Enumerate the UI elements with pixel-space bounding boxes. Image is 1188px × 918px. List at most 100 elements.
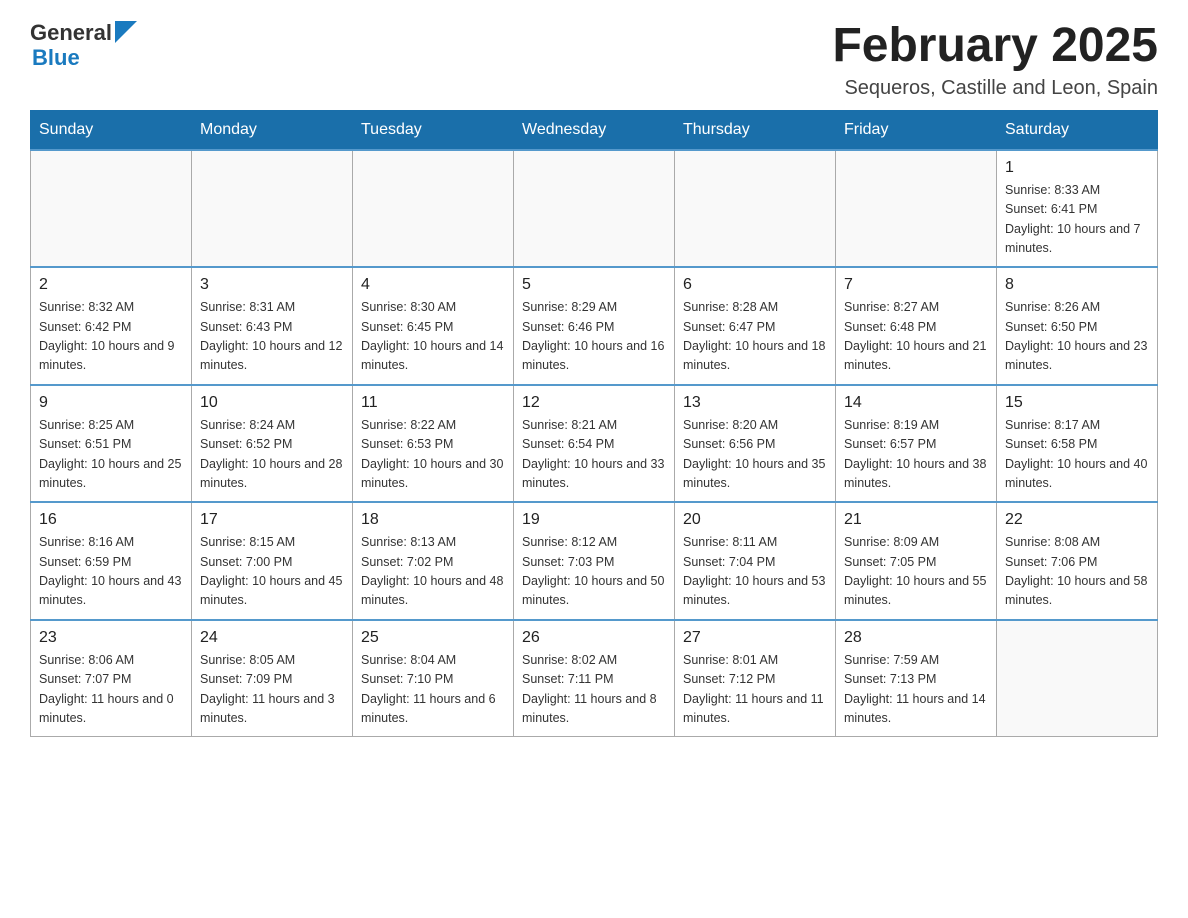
day-number: 25 [361,629,505,647]
calendar-cell: 26 Sunrise: 8:02 AMSunset: 7:11 PMDayligh… [514,620,675,737]
day-number: 19 [522,511,666,529]
col-header-thursday: Thursday [675,110,836,150]
logo: General Blue [30,20,137,71]
day-number: 5 [522,276,666,294]
day-number: 24 [200,629,344,647]
day-info: Sunrise: 8:17 AMSunset: 6:58 PMDaylight:… [1005,416,1149,494]
calendar-cell: 11Sunrise: 8:22 AMSunset: 6:53 PMDayligh… [353,385,514,503]
week-row-4: 16 Sunrise: 8:16 AMSunset: 6:59 PMDayligh… [31,502,1158,620]
day-number: 11 [361,394,505,412]
col-header-sunday: Sunday [31,110,192,150]
day-number: 18 [361,511,505,529]
day-number: 27 [683,629,827,647]
day-number: 17 [200,511,344,529]
day-number: 8 [1005,276,1149,294]
calendar-cell: 18 Sunrise: 8:13 AMSunset: 7:02 PMDayligh… [353,502,514,620]
day-info: Sunrise: 8:05 AMSunset: 7:09 PMDaylight:… [200,651,344,729]
day-number: 9 [39,394,183,412]
day-info: Sunrise: 8:02 AMSunset: 7:11 PMDaylight:… [522,651,666,729]
title-section: February 2025 Sequeros, Castille and Leo… [832,20,1158,100]
day-info: Sunrise: 8:13 AMSunset: 7:02 PMDaylight:… [361,533,505,611]
calendar-cell: 24 Sunrise: 8:05 AMSunset: 7:09 PMDayligh… [192,620,353,737]
day-info: Sunrise: 8:33 AMSunset: 6:41 PMDaylight:… [1005,181,1149,259]
calendar-cell: 27 Sunrise: 8:01 AMSunset: 7:12 PMDayligh… [675,620,836,737]
day-number: 23 [39,629,183,647]
col-header-wednesday: Wednesday [514,110,675,150]
day-info: Sunrise: 8:30 AMSunset: 6:45 PMDaylight:… [361,298,505,376]
week-row-2: 2 Sunrise: 8:32 AMSunset: 6:42 PMDaylight… [31,267,1158,385]
calendar-cell: 22 Sunrise: 8:08 AMSunset: 7:06 PMDayligh… [997,502,1158,620]
calendar-cell [514,150,675,268]
day-info: Sunrise: 8:21 AMSunset: 6:54 PMDaylight:… [522,416,666,494]
day-info: Sunrise: 8:31 AMSunset: 6:43 PMDaylight:… [200,298,344,376]
day-info: Sunrise: 8:24 AMSunset: 6:52 PMDaylight:… [200,416,344,494]
day-info: Sunrise: 8:20 AMSunset: 6:56 PMDaylight:… [683,416,827,494]
col-header-monday: Monday [192,110,353,150]
calendar-cell: 28 Sunrise: 7:59 AMSunset: 7:13 PMDayligh… [836,620,997,737]
day-info: Sunrise: 8:16 AMSunset: 6:59 PMDaylight:… [39,533,183,611]
day-info: Sunrise: 7:59 AMSunset: 7:13 PMDaylight:… [844,651,988,729]
calendar-cell: 3 Sunrise: 8:31 AMSunset: 6:43 PMDaylight… [192,267,353,385]
day-number: 10 [200,394,344,412]
calendar-cell: 20 Sunrise: 8:11 AMSunset: 7:04 PMDayligh… [675,502,836,620]
day-info: Sunrise: 8:01 AMSunset: 7:12 PMDaylight:… [683,651,827,729]
calendar-cell: 19Sunrise: 8:12 AMSunset: 7:03 PMDayligh… [514,502,675,620]
calendar-cell [997,620,1158,737]
day-number: 2 [39,276,183,294]
calendar-cell [192,150,353,268]
calendar-cell: 7 Sunrise: 8:27 AMSunset: 6:48 PMDaylight… [836,267,997,385]
week-row-3: 9 Sunrise: 8:25 AMSunset: 6:51 PMDaylight… [31,385,1158,503]
day-number: 1 [1005,159,1149,177]
day-number: 16 [39,511,183,529]
day-info: Sunrise: 8:32 AMSunset: 6:42 PMDaylight:… [39,298,183,376]
calendar-cell: 14 Sunrise: 8:19 AMSunset: 6:57 PMDayligh… [836,385,997,503]
col-header-tuesday: Tuesday [353,110,514,150]
calendar-table: SundayMondayTuesdayWednesdayThursdayFrid… [30,110,1158,738]
logo-text-general: General [30,20,112,45]
calendar-cell: 9 Sunrise: 8:25 AMSunset: 6:51 PMDaylight… [31,385,192,503]
col-header-friday: Friday [836,110,997,150]
week-row-5: 23 Sunrise: 8:06 AMSunset: 7:07 PMDayligh… [31,620,1158,737]
calendar-cell: 5Sunrise: 8:29 AMSunset: 6:46 PMDaylight… [514,267,675,385]
calendar-cell: 4 Sunrise: 8:30 AMSunset: 6:45 PMDaylight… [353,267,514,385]
day-number: 13 [683,394,827,412]
calendar-cell: 6Sunrise: 8:28 AMSunset: 6:47 PMDaylight… [675,267,836,385]
calendar-cell: 16 Sunrise: 8:16 AMSunset: 6:59 PMDayligh… [31,502,192,620]
day-info: Sunrise: 8:19 AMSunset: 6:57 PMDaylight:… [844,416,988,494]
day-info: Sunrise: 8:15 AMSunset: 7:00 PMDaylight:… [200,533,344,611]
month-title: February 2025 [832,20,1158,73]
calendar-cell: 1 Sunrise: 8:33 AMSunset: 6:41 PMDaylight… [997,150,1158,268]
calendar-cell: 10 Sunrise: 8:24 AMSunset: 6:52 PMDayligh… [192,385,353,503]
logo-text-blue: Blue [32,45,137,70]
day-number: 4 [361,276,505,294]
day-info: Sunrise: 8:27 AMSunset: 6:48 PMDaylight:… [844,298,988,376]
day-number: 3 [200,276,344,294]
calendar-cell [31,150,192,268]
calendar-cell: 15Sunrise: 8:17 AMSunset: 6:58 PMDayligh… [997,385,1158,503]
day-number: 20 [683,511,827,529]
day-number: 12 [522,394,666,412]
calendar-cell: 12 Sunrise: 8:21 AMSunset: 6:54 PMDayligh… [514,385,675,503]
day-number: 14 [844,394,988,412]
day-number: 28 [844,629,988,647]
calendar-cell: 17 Sunrise: 8:15 AMSunset: 7:00 PMDayligh… [192,502,353,620]
week-row-1: 1 Sunrise: 8:33 AMSunset: 6:41 PMDaylight… [31,150,1158,268]
calendar-cell: 2 Sunrise: 8:32 AMSunset: 6:42 PMDaylight… [31,267,192,385]
calendar-cell [353,150,514,268]
day-number: 26 [522,629,666,647]
col-header-saturday: Saturday [997,110,1158,150]
day-info: Sunrise: 8:06 AMSunset: 7:07 PMDaylight:… [39,651,183,729]
day-info: Sunrise: 8:25 AMSunset: 6:51 PMDaylight:… [39,416,183,494]
day-info: Sunrise: 8:08 AMSunset: 7:06 PMDaylight:… [1005,533,1149,611]
calendar-header-row: SundayMondayTuesdayWednesdayThursdayFrid… [31,110,1158,150]
location-subtitle: Sequeros, Castille and Leon, Spain [832,77,1158,100]
calendar-cell: 25Sunrise: 8:04 AMSunset: 7:10 PMDayligh… [353,620,514,737]
day-number: 7 [844,276,988,294]
calendar-cell: 8 Sunrise: 8:26 AMSunset: 6:50 PMDaylight… [997,267,1158,385]
day-number: 6 [683,276,827,294]
calendar-body: 1 Sunrise: 8:33 AMSunset: 6:41 PMDaylight… [31,150,1158,737]
day-info: Sunrise: 8:11 AMSunset: 7:04 PMDaylight:… [683,533,827,611]
day-info: Sunrise: 8:26 AMSunset: 6:50 PMDaylight:… [1005,298,1149,376]
day-number: 22 [1005,511,1149,529]
calendar-cell [836,150,997,268]
